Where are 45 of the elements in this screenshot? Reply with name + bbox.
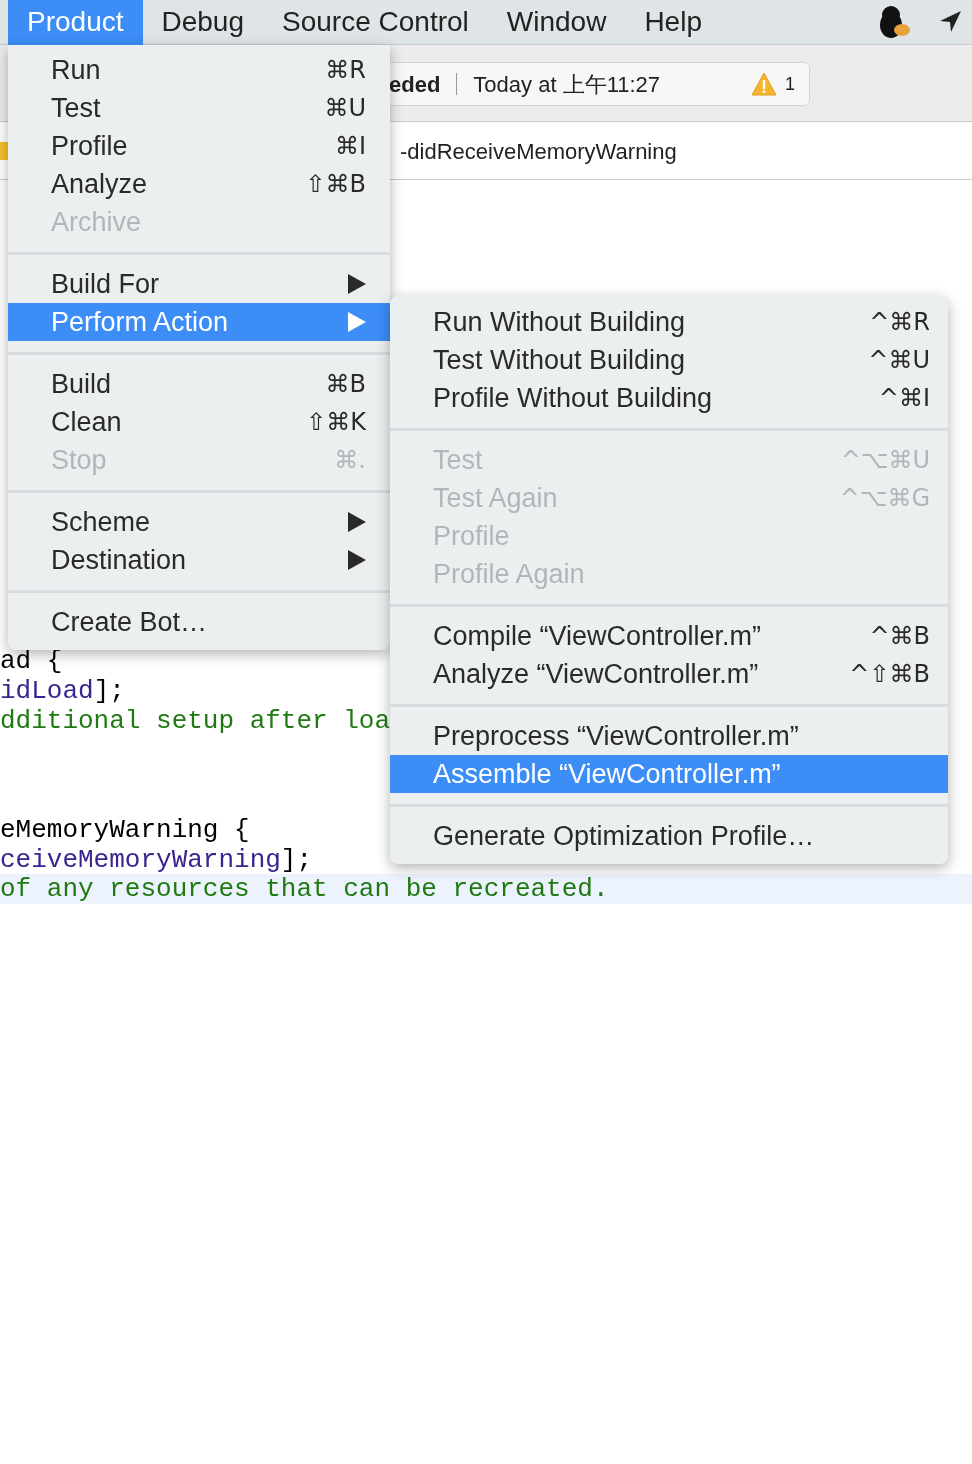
shortcut: ^⇧⌘B: [849, 659, 930, 690]
menu-item[interactable]: Create Bot…: [8, 603, 390, 641]
shortcut: ^⌥⌘U: [840, 445, 930, 476]
shortcut: ^⌥⌘G: [839, 483, 930, 514]
menu-item[interactable]: Build For: [8, 265, 390, 303]
issue-marker: [0, 142, 8, 160]
submenu-arrow-icon: [348, 312, 366, 332]
shortcut: ^⌘B: [869, 621, 930, 652]
shortcut: ⇧⌘B: [305, 169, 366, 200]
menu-item[interactable]: Test Without Building ^⌘U: [390, 341, 948, 379]
shortcut: ⌘.: [334, 445, 366, 476]
menu-item[interactable]: Run ⌘R: [8, 51, 390, 89]
shortcut: ⌘I: [334, 131, 366, 162]
submenu-arrow-icon: [348, 550, 366, 570]
menu-item[interactable]: Destination: [8, 541, 390, 579]
activity-text: eded: [389, 70, 441, 99]
menu-item[interactable]: Profile ⌘I: [8, 127, 390, 165]
menu-bar-item[interactable]: Help: [625, 0, 721, 45]
menu-item[interactable]: Build ⌘B: [8, 365, 390, 403]
warning-count: 1: [785, 72, 795, 96]
shortcut: ⌘R: [325, 55, 366, 86]
menu-item[interactable]: Run Without Building ^⌘R: [390, 303, 948, 341]
menu-item[interactable]: Analyze “ViewController.m” ^⇧⌘B: [390, 655, 948, 693]
shortcut: ⌘U: [324, 93, 366, 124]
submenu-arrow-icon: [348, 274, 366, 294]
submenu-arrow-icon: [348, 512, 366, 532]
menu-bar-item[interactable]: Debug: [142, 0, 263, 45]
menu-bar-item[interactable]: Source Control: [263, 0, 488, 45]
shortcut: ^⌘U: [868, 345, 930, 376]
menu-item[interactable]: Preprocess “ViewController.m”: [390, 717, 948, 755]
shortcut: ^⌘R: [869, 307, 930, 338]
menu-item[interactable]: Profile Without Building ^⌘I: [390, 379, 948, 417]
menu-bar-item[interactable]: Window: [487, 0, 626, 45]
build-time: Today at 上午11:27: [473, 70, 661, 99]
shortcut: ⌘B: [325, 369, 366, 400]
menu-item[interactable]: Compile “ViewController.m” ^⌘B: [390, 617, 948, 655]
location-arrow-icon[interactable]: [938, 10, 962, 34]
menu-item[interactable]: Test ⌘U: [8, 89, 390, 127]
menu-item[interactable]: Analyze ⇧⌘B: [8, 165, 390, 203]
menu-item[interactable]: Scheme: [8, 503, 390, 541]
shortcut: ^⌘I: [878, 383, 930, 414]
shortcut: ⇧⌘K: [306, 407, 366, 438]
jump-bar-symbol[interactable]: -didReceiveMemoryWarning: [400, 135, 677, 168]
menu-item[interactable]: Clean ⇧⌘K: [8, 403, 390, 441]
menu-item[interactable]: Generate Optimization Profile…: [390, 817, 948, 855]
